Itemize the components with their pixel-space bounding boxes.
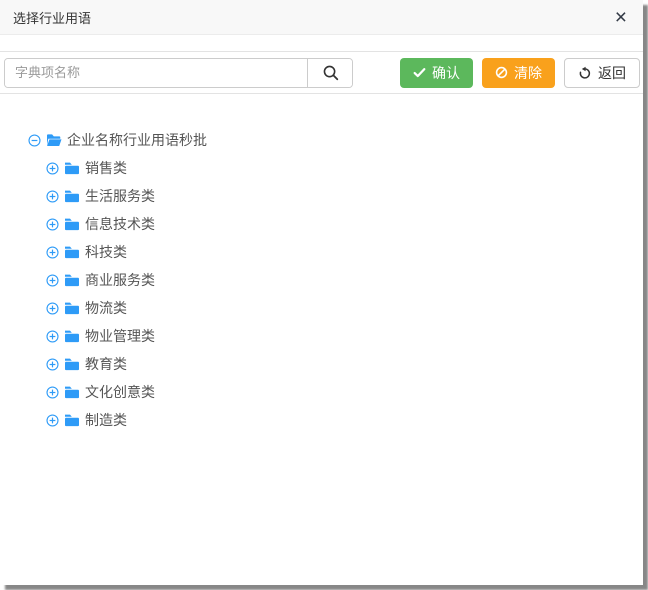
expand-plus-icon[interactable] [46,162,59,175]
body-spacer [0,35,643,51]
back-button-label: 返回 [598,66,626,80]
search-input[interactable] [5,59,307,87]
tree-item-label[interactable]: 物业管理类 [85,326,155,346]
tree-row[interactable]: 生活服务类 [46,182,643,210]
closed-folder-icon [64,357,80,371]
expand-plus-icon[interactable] [46,246,59,259]
closed-folder-icon [64,413,80,427]
expand-plus-icon[interactable] [46,218,59,231]
expand-plus-icon[interactable] [46,190,59,203]
ban-icon [495,66,508,79]
close-icon[interactable]: × [615,7,627,28]
closed-folder-icon [64,385,80,399]
closed-folder-icon [64,273,80,287]
closed-folder-icon [64,245,80,259]
closed-folder-icon [64,189,80,203]
tree-children: 销售类 生活服务类 信息技术类 [28,154,643,434]
clear-button-label: 清除 [514,66,542,80]
search-group [4,58,353,88]
undo-icon [578,66,592,80]
tree-row[interactable]: 物业管理类 [46,322,643,350]
collapse-minus-icon[interactable] [28,134,41,147]
expand-plus-icon[interactable] [46,302,59,315]
tree-item-label[interactable]: 商业服务类 [85,270,155,290]
back-button[interactable]: 返回 [564,58,640,88]
tree-root-row[interactable]: 企业名称行业用语秒批 [28,126,643,154]
tree-item-label[interactable]: 物流类 [85,298,127,318]
tree-item-label[interactable]: 制造类 [85,410,127,430]
search-icon [322,64,339,81]
select-industry-terms-dialog: 选择行业用语 × 确认 清除 [0,0,643,585]
tree-row[interactable]: 商业服务类 [46,266,643,294]
tree-row[interactable]: 销售类 [46,154,643,182]
tree-row[interactable]: 教育类 [46,350,643,378]
confirm-button-label: 确认 [432,66,460,80]
expand-plus-icon[interactable] [46,358,59,371]
tree-row[interactable]: 信息技术类 [46,210,643,238]
tree-root-label[interactable]: 企业名称行业用语秒批 [67,130,207,150]
tree-item-label[interactable]: 文化创意类 [85,382,155,402]
open-folder-icon [46,133,62,147]
confirm-button[interactable]: 确认 [400,58,473,88]
expand-plus-icon[interactable] [46,386,59,399]
dialog-title: 选择行业用语 [13,8,91,27]
toolbar: 确认 清除 返回 [0,51,643,94]
tree-row[interactable]: 文化创意类 [46,378,643,406]
expand-plus-icon[interactable] [46,330,59,343]
search-button[interactable] [307,59,352,87]
tree-row[interactable]: 物流类 [46,294,643,322]
tree-row[interactable]: 科技类 [46,238,643,266]
closed-folder-icon [64,329,80,343]
closed-folder-icon [64,161,80,175]
dialog-header: 选择行业用语 × [0,0,643,35]
tree-item-label[interactable]: 教育类 [85,354,127,374]
toolbar-buttons: 确认 清除 返回 [400,58,640,88]
expand-plus-icon[interactable] [46,414,59,427]
closed-folder-icon [64,217,80,231]
check-icon [413,66,426,79]
tree-item-label[interactable]: 科技类 [85,242,127,262]
expand-plus-icon[interactable] [46,274,59,287]
tree-row[interactable]: 制造类 [46,406,643,434]
industry-tree: 企业名称行业用语秒批 销售类 生活服务类 [0,94,643,434]
clear-button[interactable]: 清除 [482,58,555,88]
tree-item-label[interactable]: 信息技术类 [85,214,155,234]
tree-item-label[interactable]: 生活服务类 [85,186,155,206]
tree-item-label[interactable]: 销售类 [85,158,127,178]
closed-folder-icon [64,301,80,315]
